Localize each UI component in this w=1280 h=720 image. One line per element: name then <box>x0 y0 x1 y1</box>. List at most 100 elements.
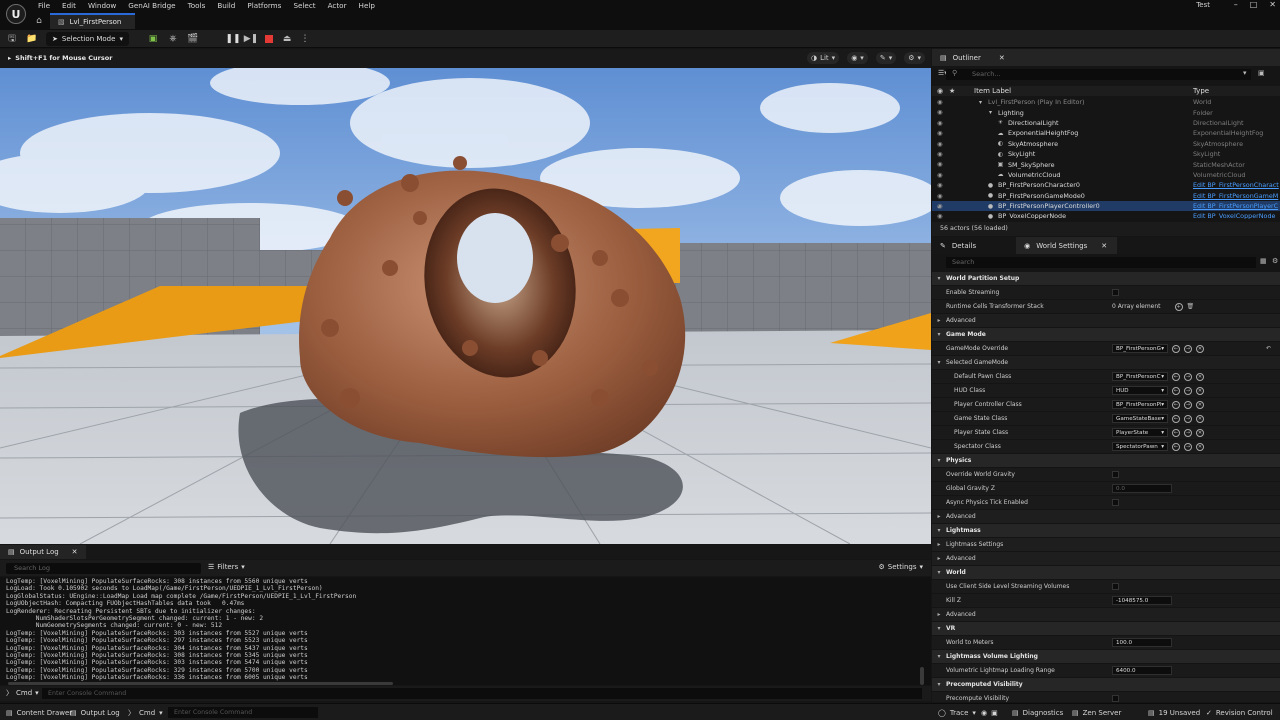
browse-asset-icon[interactable]: ← <box>1172 442 1180 451</box>
outliner-search-input[interactable]: Search... <box>946 69 1251 80</box>
close-icon[interactable]: ✕ <box>1101 242 1107 250</box>
blueprint-icon[interactable]: ⎈ <box>167 33 179 45</box>
outliner-row[interactable]: ◉ ● BP_FirstPersonCharacter0 Edit BP_FirstP… <box>932 180 1280 190</box>
content-drawer-button[interactable]: ▤ Content Drawer <box>6 704 72 720</box>
edit-blueprint-link[interactable]: Edit BP_VoxelCopperNode <box>1193 212 1275 219</box>
expand-arrow-icon[interactable]: ▸ <box>932 611 946 618</box>
numeric-input[interactable]: 0.0 <box>1112 484 1172 493</box>
details-subsection[interactable]: ▸ Lightmass Settings <box>932 538 1280 552</box>
close-icon[interactable]: ✕ <box>999 54 1005 62</box>
details-subsection[interactable]: ▾ Selected GameMode <box>932 356 1280 370</box>
stop-icon[interactable] <box>263 33 275 45</box>
filters-button[interactable]: ☰ Filters ▾ <box>208 563 245 571</box>
log-vertical-scrollbar[interactable] <box>920 667 924 685</box>
outliner-row[interactable]: ◉ ▣ SM_SkySphere StaticMeshActor <box>932 159 1280 169</box>
clear-icon[interactable]: ✕ <box>1196 428 1204 437</box>
details-section-header[interactable]: ▾ Game Mode <box>932 328 1280 342</box>
expand-arrow-icon[interactable]: ▾ <box>932 569 946 576</box>
collapse-icon[interactable]: ⌄ <box>936 203 941 210</box>
expand-arrow-icon[interactable]: ▸ <box>932 513 946 520</box>
revision-control-button[interactable]: ✓ Revision Control <box>1206 704 1273 720</box>
perf-button[interactable]: ✎ ▾ <box>875 52 897 64</box>
unsaved-button[interactable]: ▤ 19 Unsaved <box>1148 704 1200 720</box>
outliner-row[interactable]: ◉ ☁ VolumetricCloud VolumetricCloud <box>932 170 1280 180</box>
expand-arrow-icon[interactable]: ▾ <box>932 457 946 464</box>
home-icon[interactable]: ⌂ <box>32 14 46 28</box>
checkbox[interactable] <box>1112 583 1119 590</box>
expand-arrow-icon[interactable]: ▸ <box>932 555 946 562</box>
expand-arrow-icon[interactable]: ▾ <box>932 275 946 282</box>
more-options-icon[interactable]: ⋮ <box>299 33 311 45</box>
details-section-header[interactable]: ▾ VR <box>932 622 1280 636</box>
details-subsection[interactable]: ▸ Advanced <box>932 552 1280 566</box>
outliner-row[interactable]: ◉ ▾ Lighting Folder <box>932 107 1280 117</box>
checkbox[interactable] <box>1112 471 1119 478</box>
clear-icon[interactable]: ✕ <box>1196 400 1204 409</box>
clear-icon[interactable]: ✕ <box>1196 442 1204 451</box>
expand-arrow-icon[interactable]: ▾ <box>932 359 946 366</box>
clear-icon[interactable]: ✕ <box>1196 372 1204 381</box>
browse-asset-icon[interactable]: ← <box>1172 386 1180 395</box>
close-icon[interactable]: ✕ <box>72 548 78 556</box>
use-selected-icon[interactable]: → <box>1184 442 1192 451</box>
status-cmd-dropdown[interactable]: 〉 Cmd ▾ <box>128 704 163 720</box>
class-dropdown[interactable]: BP_FirstPersonCha▾ <box>1112 372 1168 381</box>
visibility-toggle-icon[interactable]: ◉ <box>937 181 943 189</box>
minimize-button[interactable]: – <box>1234 0 1238 9</box>
visibility-toggle-icon[interactable]: ◉ <box>937 192 943 200</box>
console-command-input[interactable]: Enter Console Command <box>42 688 922 699</box>
trash-icon[interactable]: 🗑 <box>1187 303 1195 310</box>
menu-tools[interactable]: Tools <box>182 0 212 12</box>
class-dropdown[interactable]: SpectatorPawn ▾ <box>1112 442 1168 451</box>
details-section-header[interactable]: ▾ Precomputed Visibility <box>932 678 1280 692</box>
tab-outliner[interactable]: ▤ Outliner ✕ <box>932 49 1280 66</box>
menu-edit[interactable]: Edit <box>56 0 82 12</box>
outliner-row[interactable]: ◉ ☁ ExponentialHeightFog ExponentialHeightF… <box>932 128 1280 138</box>
outliner-row[interactable]: ◉ ◐ SkyLight SkyLight <box>932 149 1280 159</box>
step-icon[interactable]: ▶❚ <box>244 33 258 45</box>
menu-genai-bridge[interactable]: GenAI Bridge <box>122 0 181 12</box>
pause-icon[interactable]: ❚❚ <box>225 33 240 45</box>
details-section-header[interactable]: ▾ Lightmass Volume Lighting <box>932 650 1280 664</box>
add-actor-icon[interactable]: ▣ <box>147 33 159 45</box>
numeric-input[interactable]: 6400.0 <box>1112 666 1172 675</box>
clear-icon[interactable]: ✕ <box>1196 386 1204 395</box>
outliner-row[interactable]: ◉ ☀ DirectionalLight DirectionalLight <box>932 118 1280 128</box>
chevron-down-icon[interactable]: ▾ <box>1243 69 1247 77</box>
visibility-toggle-icon[interactable]: ◉ <box>937 140 943 148</box>
diagnostics-button[interactable]: ▤ Diagnostics <box>1012 704 1063 720</box>
details-section-header[interactable]: ▾ Physics <box>932 454 1280 468</box>
save-icon[interactable]: 🖫 <box>6 33 18 45</box>
outliner-row[interactable]: ◉ ● BP_VoxelCopperNode Edit BP_VoxelCopperN… <box>932 211 1280 219</box>
table-view-icon[interactable]: ▦ <box>1260 257 1267 265</box>
edit-blueprint-link[interactable]: Edit BP_FirstPersonPlayerC <box>1193 202 1278 210</box>
details-section-header[interactable]: ▾ Lightmass <box>932 524 1280 538</box>
log-horizontal-scrollbar[interactable] <box>8 682 393 685</box>
maximize-button[interactable]: □ <box>1250 0 1258 9</box>
content-browser-icon[interactable]: 📁 <box>26 33 38 45</box>
level-viewport[interactable] <box>0 68 931 544</box>
browse-asset-icon[interactable]: ← <box>1172 344 1180 353</box>
menu-actor[interactable]: Actor <box>322 0 353 12</box>
outliner-row[interactable]: ◉ ● BP_FirstPersonGameMode0 Edit BP_FirstPe… <box>932 191 1280 201</box>
expand-arrow-icon[interactable]: ▾ <box>932 653 946 660</box>
menu-platforms[interactable]: Platforms <box>241 0 287 12</box>
outliner-row[interactable]: ◉ ◐ SkyAtmosphere SkyAtmosphere <box>932 139 1280 149</box>
expand-arrow-icon[interactable]: ▾ <box>932 331 946 338</box>
selection-mode-dropdown[interactable]: ➤ Selection Mode ▾ <box>46 31 129 46</box>
trace-button[interactable]: ◯ Trace ▾ <box>938 704 976 720</box>
details-search-input[interactable]: Search <box>946 257 1256 268</box>
menu-select[interactable]: Select <box>287 0 321 12</box>
menu-window[interactable]: Window <box>82 0 122 12</box>
checkbox[interactable] <box>1112 695 1119 702</box>
expand-arrow-icon[interactable]: ▾ <box>932 625 946 632</box>
class-dropdown[interactable]: BP_FirstPersonGar▾ <box>1112 344 1168 353</box>
use-selected-icon[interactable]: → <box>1184 372 1192 381</box>
details-section-header[interactable]: ▾ World <box>932 566 1280 580</box>
class-dropdown[interactable]: PlayerState ▾ <box>1112 428 1168 437</box>
visibility-toggle-icon[interactable]: ◉ <box>937 212 943 219</box>
tab-level[interactable]: ▧ Lvl_FirstPerson <box>50 13 136 29</box>
log-settings-button[interactable]: ⚙ Settings ▾ <box>878 563 923 571</box>
record-icons[interactable]: ◉ ▣ <box>981 704 998 720</box>
cinematics-icon[interactable]: 🎬 <box>187 33 199 45</box>
